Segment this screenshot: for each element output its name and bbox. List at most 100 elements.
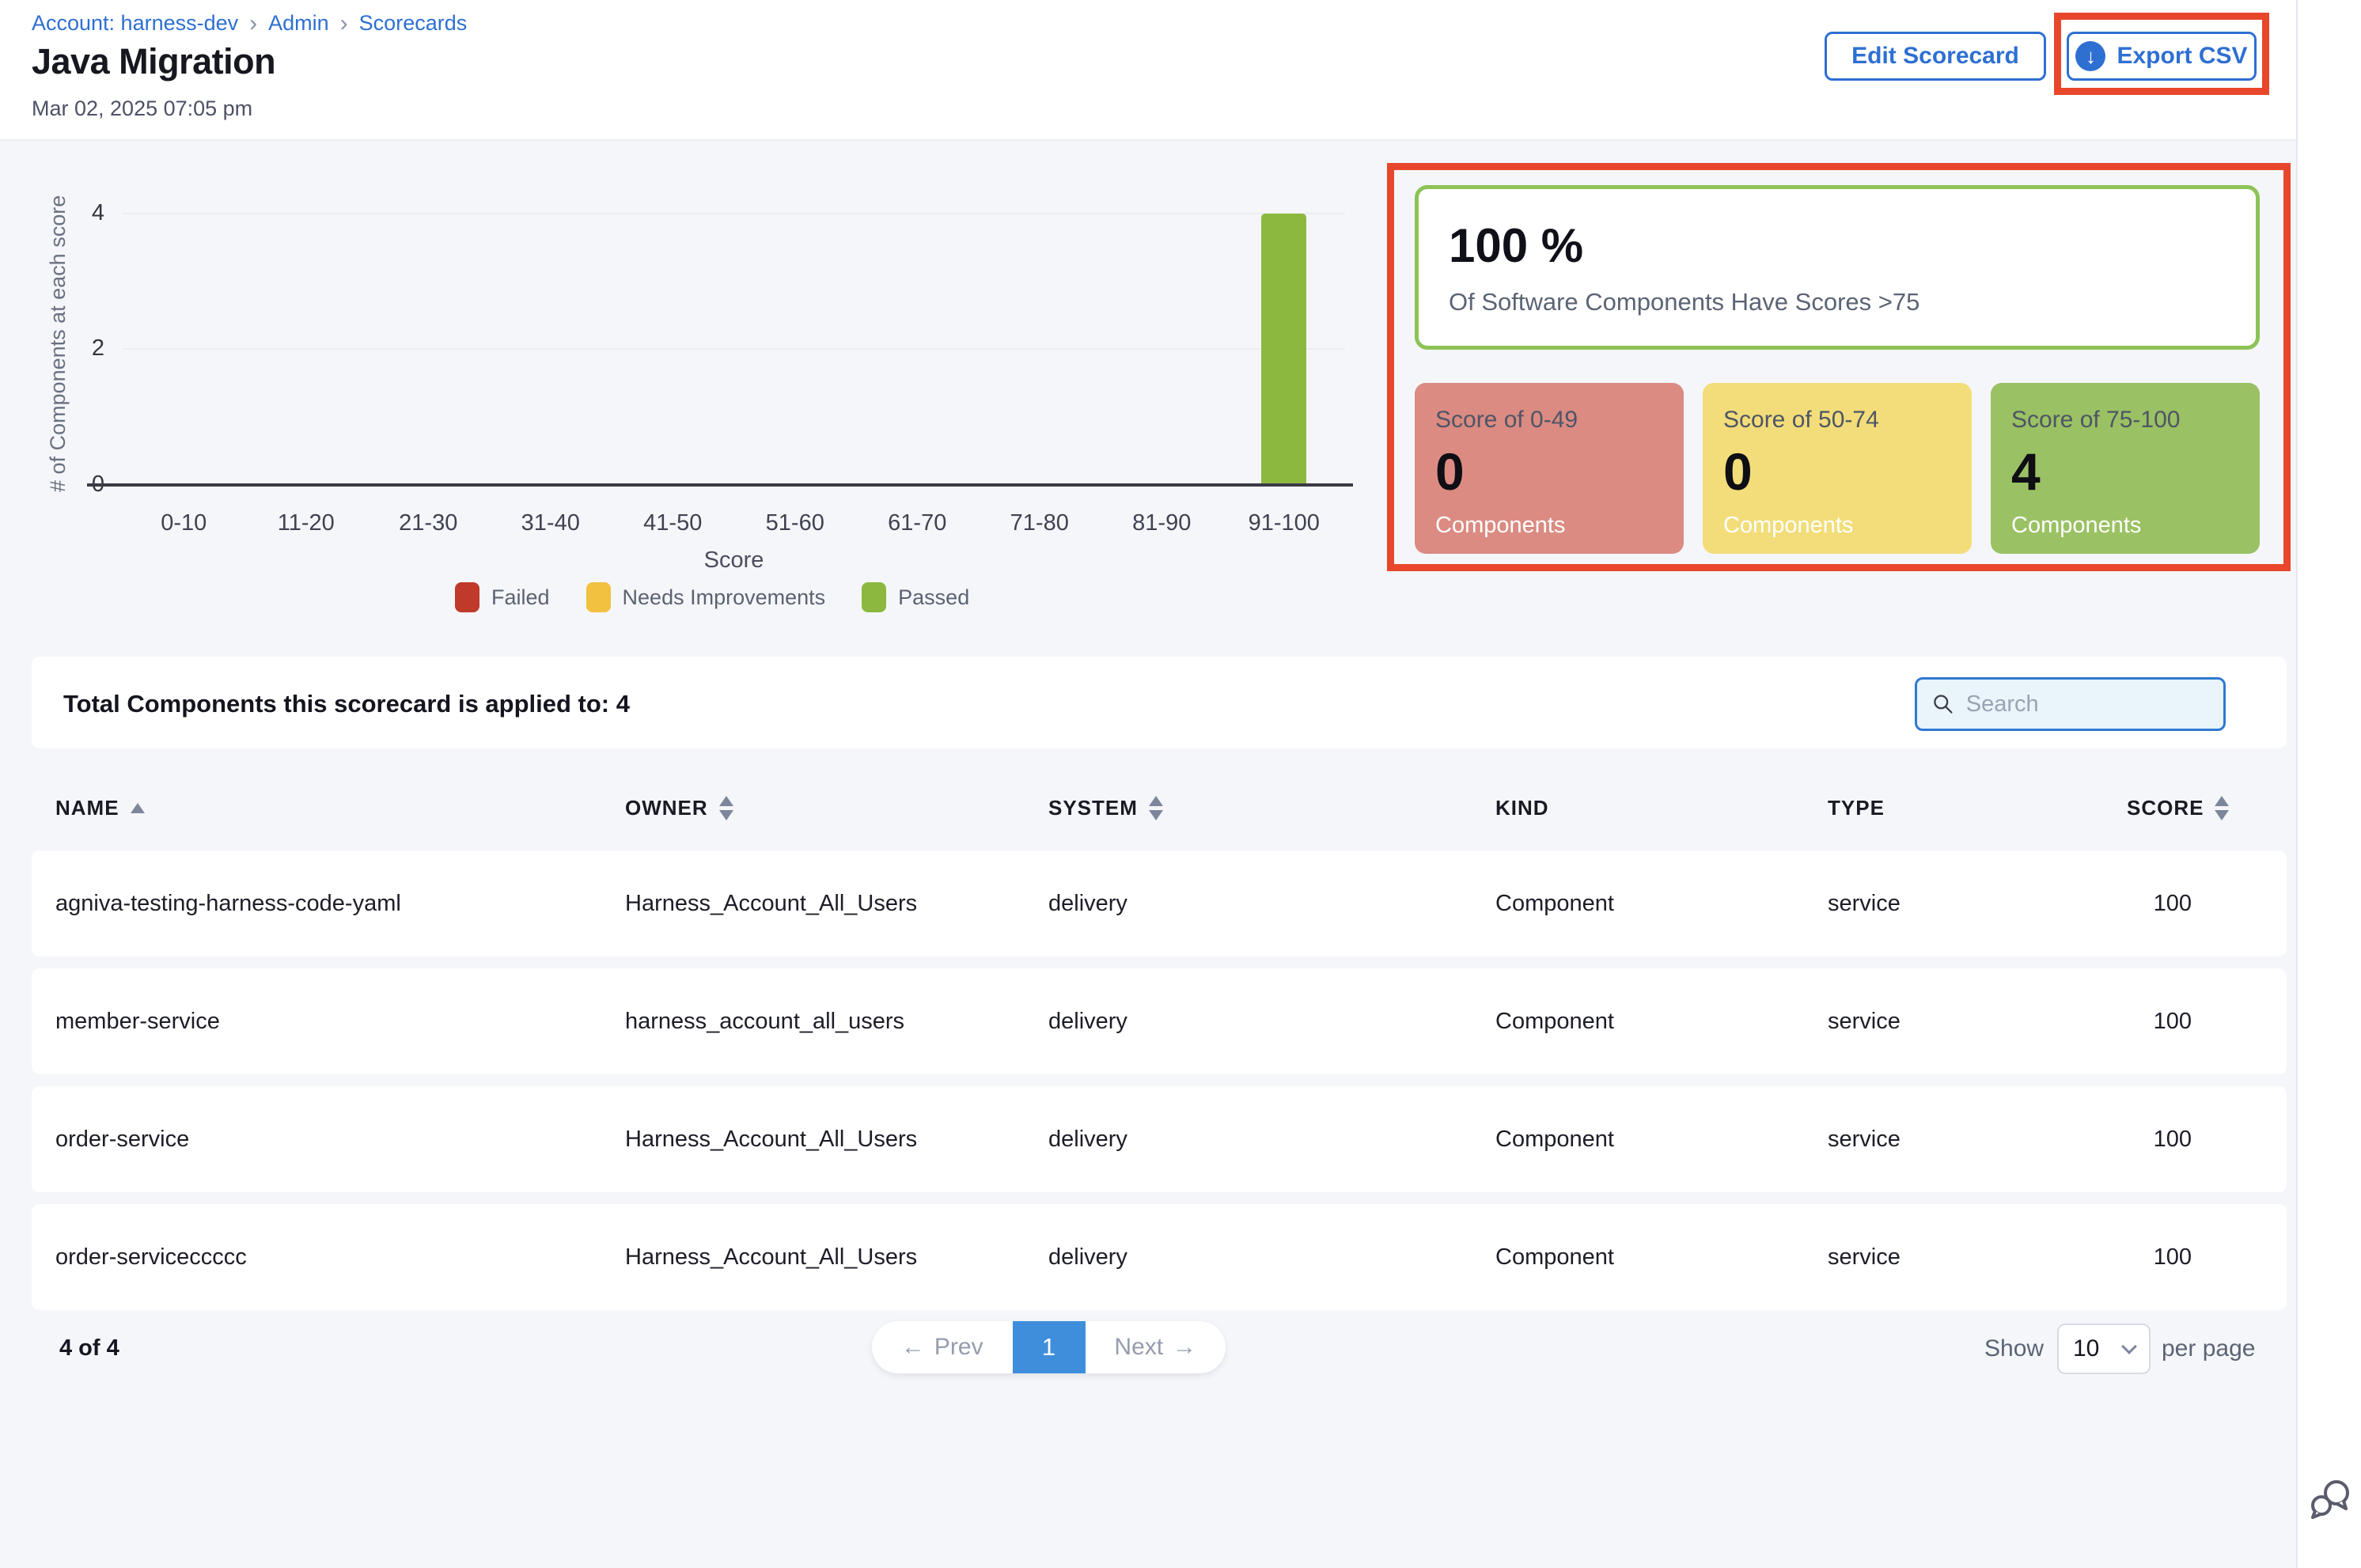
chat-support-icon[interactable] [2307, 1476, 2353, 1522]
sort-icon [1149, 796, 1163, 820]
legend-item[interactable]: Needs Improvements [586, 582, 826, 612]
score-card-value: 4 [2011, 441, 2239, 502]
cell-system: delivery [1048, 1244, 1495, 1271]
cell-system: delivery [1048, 1127, 1495, 1153]
score-card-title: Score of 75-100 [2011, 407, 2239, 434]
column-header-label: KIND [1495, 796, 1549, 820]
page-size-select[interactable]: 10 [2057, 1324, 2151, 1374]
next-page-button[interactable]: Next → [1086, 1321, 1226, 1373]
cell-score: 100 [2105, 1127, 2287, 1153]
score-card-0-49: Score of 0-49 0 Components [1415, 383, 1684, 554]
sort-icon [2215, 796, 2229, 820]
breadcrumb-separator-icon: › [249, 13, 257, 34]
column-header-name[interactable]: NAME [55, 796, 625, 820]
score-card-unit: Components [1435, 513, 1663, 539]
chart-x-tick-labels: 0-1011-2021-3031-4041-5051-6061-7071-808… [123, 510, 1345, 536]
table-row[interactable]: order-serviceccccc Harness_Account_All_U… [32, 1204, 2287, 1310]
x-tick-label: 61-70 [856, 510, 979, 536]
edit-scorecard-button[interactable]: Edit Scorecard [1825, 32, 2046, 81]
breadcrumb-account-link[interactable]: Account: harness-dev [32, 11, 238, 36]
percent-value: 100 % [1449, 218, 1583, 273]
chart-legend: Failed Needs Improvements Passed [455, 582, 969, 612]
sort-icon [719, 796, 733, 820]
cell-system: delivery [1048, 891, 1495, 917]
next-label: Next [1114, 1334, 1163, 1361]
show-label: Show [1984, 1335, 2044, 1362]
page-timestamp: Mar 02, 2025 07:05 pm [32, 97, 252, 121]
x-tick-label: 51-60 [734, 510, 857, 536]
chart-bar-slot [734, 214, 857, 483]
breadcrumb: Account: harness-dev › Admin › Scorecard… [32, 11, 467, 36]
chart-y-axis-label: # of Components at each score [46, 207, 70, 492]
cell-owner: Harness_Account_All_Users [625, 1127, 1048, 1153]
table-row[interactable]: order-service Harness_Account_All_Users … [32, 1086, 2287, 1192]
column-header-label: SCORE [2127, 796, 2204, 820]
cell-score: 100 [2105, 1009, 2287, 1035]
y-tick: 4 [73, 200, 104, 226]
breadcrumb-admin-link[interactable]: Admin [268, 11, 329, 36]
cell-type: service [1828, 1127, 2105, 1153]
cell-kind: Component [1495, 1244, 1828, 1271]
right-side-strip [2296, 0, 2361, 1568]
page-size-value: 10 [2073, 1335, 2099, 1362]
score-card-unit: Components [1723, 513, 1951, 539]
cell-name: member-service [55, 1009, 625, 1035]
chart-plot [123, 214, 1345, 483]
cell-score: 100 [2105, 891, 2287, 917]
page-title: Java Migration [32, 41, 275, 82]
x-tick-label: 31-40 [490, 510, 612, 536]
table-row[interactable]: member-service harness_account_all_users… [32, 968, 2287, 1074]
breadcrumb-scorecards-link[interactable]: Scorecards [359, 11, 468, 36]
score-card-75-100: Score of 75-100 4 Components [1991, 383, 2260, 554]
cell-name: order-serviceccccc [55, 1244, 625, 1271]
chart-bar-slot [490, 214, 612, 483]
legend-color-chip [586, 582, 611, 612]
cell-kind: Component [1495, 1127, 1828, 1153]
chart-bar-slot [856, 214, 979, 483]
x-tick-label: 11-20 [245, 510, 368, 536]
x-tick-label: 71-80 [979, 510, 1101, 536]
cell-owner: Harness_Account_All_Users [625, 891, 1048, 917]
cell-kind: Component [1495, 1009, 1828, 1035]
prev-page-button[interactable]: ← Prev [872, 1321, 1013, 1373]
search-input[interactable] [1966, 691, 2209, 718]
cell-kind: Component [1495, 891, 1828, 917]
x-tick-label: 81-90 [1101, 510, 1223, 536]
column-header-system[interactable]: SYSTEM [1048, 796, 1495, 820]
result-count: 4 of 4 [59, 1335, 119, 1362]
cell-type: service [1828, 1009, 2105, 1035]
score-card-50-74: Score of 50-74 0 Components [1703, 383, 1972, 554]
legend-item[interactable]: Passed [862, 582, 969, 612]
chart-x-axis-title: Score [123, 547, 1345, 574]
score-card-unit: Components [2011, 513, 2239, 539]
score-card-title: Score of 0-49 [1435, 407, 1663, 434]
breadcrumb-separator-icon: › [340, 13, 348, 34]
search-icon [1931, 691, 1955, 718]
legend-color-chip [455, 582, 479, 612]
chart-bar-slot [979, 214, 1101, 483]
column-header-owner[interactable]: OWNER [625, 796, 1048, 820]
legend-color-chip [862, 582, 886, 612]
cell-type: service [1828, 891, 2105, 917]
y-tick: 2 [73, 335, 104, 362]
annotation-box-export [2054, 13, 2269, 95]
column-header-kind: KIND [1495, 796, 1828, 820]
table-row[interactable]: agniva-testing-harness-code-yaml Harness… [32, 850, 2287, 956]
column-header-label: SYSTEM [1048, 796, 1138, 820]
percent-caption: Of Software Components Have Scores >75 [1449, 288, 1919, 316]
total-components-label: Total Components this scorecard is appli… [63, 690, 630, 718]
legend-item[interactable]: Failed [455, 582, 550, 612]
column-header-score[interactable]: SCORE [2105, 796, 2287, 820]
chart-bar-slot [1101, 214, 1223, 483]
chart-bar-slot [367, 214, 490, 483]
cell-owner: harness_account_all_users [625, 1009, 1048, 1035]
column-header-type: TYPE [1828, 796, 2105, 820]
search-box[interactable] [1915, 677, 2226, 731]
cell-name: order-service [55, 1127, 625, 1153]
x-tick-label: 41-50 [612, 510, 734, 536]
column-header-label: OWNER [625, 796, 708, 820]
x-tick-label: 91-100 [1223, 510, 1346, 536]
page-number-button[interactable]: 1 [1013, 1321, 1086, 1373]
score-card-value: 0 [1723, 441, 1951, 502]
sort-asc-icon [131, 803, 145, 813]
